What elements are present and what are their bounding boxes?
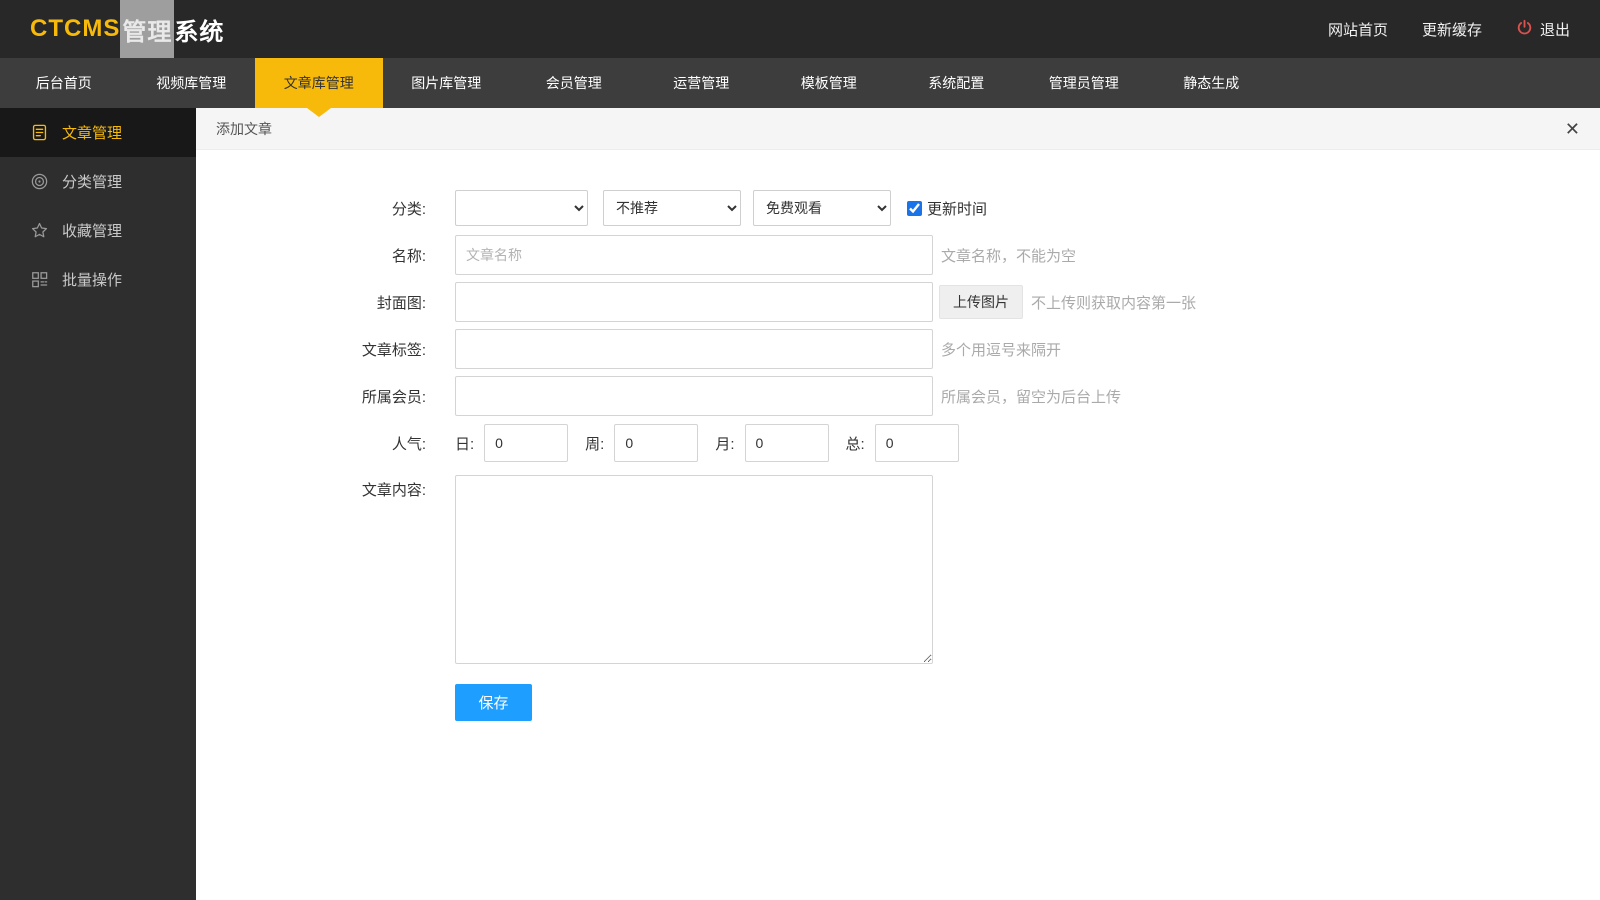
name-row: 名称: 文章名称，不能为空	[196, 235, 1600, 275]
nav-tab-members[interactable]: 会员管理	[510, 58, 638, 108]
sidebar-item-batch-operations[interactable]: 批量操作	[0, 255, 196, 304]
name-controls: 文章名称，不能为空	[455, 235, 1076, 275]
batch-icon	[30, 270, 49, 289]
upload-image-button[interactable]: 上传图片	[939, 285, 1023, 319]
article-content-row: 文章内容:	[196, 470, 1600, 664]
category-select[interactable]	[455, 190, 588, 226]
sidebar-item-label: 收藏管理	[62, 223, 123, 240]
category-controls: 不推荐 免费观看 更新时间	[455, 190, 987, 226]
popularity-row: 人气: 日: 周: 月: 总:	[196, 423, 1600, 463]
total-label: 总:	[845, 435, 865, 453]
sidebar-item-category-manage[interactable]: 分类管理	[0, 157, 196, 206]
nav-tab-templates[interactable]: 模板管理	[765, 58, 893, 108]
article-content-textarea[interactable]	[455, 475, 933, 664]
nav-tab-admins[interactable]: 管理员管理	[1020, 58, 1148, 108]
sidebar: 文章管理 分类管理 收藏管理 批量操作	[0, 108, 196, 900]
app-logo: CTCMS 管理 系统	[30, 0, 224, 59]
refresh-cache-link[interactable]: 更新缓存	[1422, 19, 1482, 40]
star-icon	[30, 221, 49, 240]
tags-label: 文章标签:	[361, 341, 426, 359]
day-label: 日:	[455, 435, 475, 453]
name-hint: 文章名称，不能为空	[941, 247, 1077, 265]
cover-controls: 上传图片 不上传则获取内容第一张	[455, 282, 1196, 322]
month-popularity-input[interactable]	[744, 424, 829, 462]
sidebar-item-label: 分类管理	[62, 174, 123, 191]
main-nav: 后台首页 视频库管理 文章库管理 图片库管理 会员管理 运营管理 模板管理 系统…	[0, 58, 1600, 108]
content-tab-add-article[interactable]: 添加文章	[216, 119, 272, 139]
member-label: 所属会员:	[361, 388, 426, 406]
popularity-label: 人气:	[391, 435, 426, 453]
logout-link[interactable]: 退出	[1516, 19, 1570, 40]
sidebar-item-label: 文章管理	[62, 125, 123, 142]
total-popularity-input[interactable]	[874, 424, 959, 462]
category-label: 分类:	[391, 200, 426, 218]
week-popularity-input[interactable]	[614, 424, 699, 462]
nav-tab-image-library[interactable]: 图片库管理	[383, 58, 511, 108]
power-icon	[1516, 19, 1533, 40]
save-button[interactable]: 保存	[455, 684, 532, 721]
owner-member-input[interactable]	[455, 376, 933, 416]
week-label: 周:	[585, 435, 605, 453]
cover-hint: 不上传则获取内容第一张	[1031, 294, 1197, 312]
close-icon[interactable]: ✕	[1565, 120, 1580, 138]
nav-tab-operations[interactable]: 运营管理	[638, 58, 766, 108]
article-content-label: 文章内容:	[361, 482, 426, 499]
update-time-label: 更新时间	[927, 200, 988, 218]
nav-tab-static-generate[interactable]: 静态生成	[1148, 58, 1276, 108]
day-popularity-input[interactable]	[484, 424, 569, 462]
nav-tab-video-library[interactable]: 视频库管理	[128, 58, 256, 108]
tags-hint: 多个用逗号来隔开	[941, 341, 1062, 359]
viewing-mode-select[interactable]: 免费观看	[753, 190, 891, 226]
cover-row: 封面图: 上传图片 不上传则获取内容第一张	[196, 282, 1600, 322]
article-content-controls	[455, 470, 933, 664]
content-tabbar: 添加文章 ✕	[196, 108, 1600, 150]
member-controls: 所属会员，留空为后台上传	[455, 376, 1121, 416]
update-time-checkbox[interactable]	[907, 200, 922, 216]
month-label: 月:	[715, 435, 735, 453]
topbar: CTCMS 管理 系统 网站首页 更新缓存 退出	[0, 0, 1600, 59]
cover-image-input[interactable]	[455, 282, 933, 322]
sidebar-item-label: 批量操作	[62, 272, 123, 289]
sidebar-item-favorites-manage[interactable]: 收藏管理	[0, 206, 196, 255]
tags-row: 文章标签: 多个用逗号来隔开	[196, 329, 1600, 369]
cover-label: 封面图:	[376, 294, 426, 312]
sidebar-item-article-manage[interactable]: 文章管理	[0, 108, 196, 157]
nav-tab-dashboard[interactable]: 后台首页	[0, 58, 128, 108]
category-icon	[30, 172, 49, 191]
recommend-select[interactable]: 不推荐	[603, 190, 741, 226]
category-row: 分类: 不推荐 免费观看 更新时间	[196, 188, 1600, 228]
article-icon	[30, 123, 49, 142]
topbar-links: 网站首页 更新缓存 退出	[1328, 19, 1570, 40]
logo-text-ctcms: CTCMS	[30, 15, 121, 42]
nav-tab-article-library[interactable]: 文章库管理	[255, 58, 383, 108]
article-tags-input[interactable]	[455, 329, 933, 369]
main-area: 文章管理 分类管理 收藏管理 批量操作 添加文章 ✕ 分类: 不推荐 免费观看 …	[0, 108, 1600, 900]
member-hint: 所属会员，留空为后台上传	[941, 388, 1122, 406]
site-home-link[interactable]: 网站首页	[1328, 19, 1388, 40]
article-name-input[interactable]	[455, 235, 933, 275]
logo-text-guanli: 管理	[120, 0, 175, 59]
member-row: 所属会员: 所属会员，留空为后台上传	[196, 376, 1600, 416]
logo-text-xitong: 系统	[174, 18, 225, 46]
logout-label: 退出	[1539, 21, 1570, 39]
tags-controls: 多个用逗号来隔开	[455, 329, 1061, 369]
update-time-option: 更新时间	[907, 198, 987, 219]
content-panel: 添加文章 ✕ 分类: 不推荐 免费观看 更新时间 名称: 文章名称 文章名称，不…	[196, 108, 1600, 900]
name-label: 名称:	[391, 247, 426, 265]
popularity-controls: 日: 周: 月: 总:	[455, 424, 959, 462]
add-article-form: 分类: 不推荐 免费观看 更新时间 名称: 文章名称 文章名称，不能为空 封面图…	[196, 150, 1600, 721]
nav-tab-system-config[interactable]: 系统配置	[893, 58, 1021, 108]
